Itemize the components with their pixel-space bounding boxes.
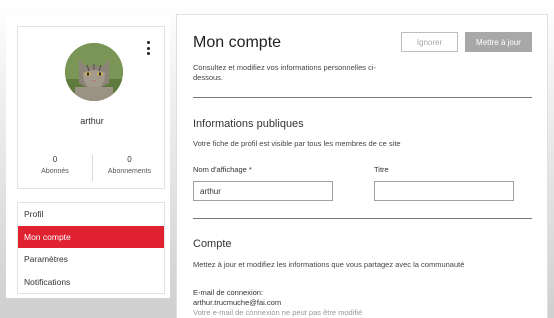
left-column: arthur 0 Abonnés 0 Abonnements Profil Mo…: [6, 16, 170, 298]
sidebar-item-notifications[interactable]: Notifications: [18, 271, 164, 294]
profile-card: arthur 0 Abonnés 0 Abonnements: [17, 26, 165, 189]
cat-avatar-icon: [65, 43, 123, 101]
page-subtitle: Consultez et modifiez vos informations p…: [193, 63, 376, 82]
title-label: Titre: [374, 165, 389, 174]
more-options-icon[interactable]: [144, 41, 152, 55]
update-button[interactable]: Mettre à jour: [465, 32, 532, 52]
display-name-label: Nom d'affichage *: [193, 165, 252, 174]
email-value: arthur.trucmuche@fai.com: [193, 298, 282, 307]
display-name-input[interactable]: [193, 181, 333, 201]
sidebar-item-mon-compte[interactable]: Mon compte: [18, 225, 164, 248]
account-description: Mettez à jour et modifiez les informatio…: [193, 260, 465, 269]
login-email-block: E-mail de connexion: arthur.trucmuche@fa…: [193, 288, 362, 318]
profile-stats: 0 Abonnés 0 Abonnements: [18, 155, 166, 181]
sidebar-menu: Profil Mon compte Paramètres Notificatio…: [17, 202, 165, 294]
sidebar-item-parametres[interactable]: Paramètres: [18, 248, 164, 271]
title-input[interactable]: [374, 181, 514, 201]
avatar: [65, 43, 123, 101]
followers-count: 0: [52, 155, 58, 164]
public-info-description: Votre fiche de profil est visible par to…: [193, 139, 401, 148]
email-note: Votre e-mail de connexion ne peut pas êt…: [193, 308, 363, 317]
ignore-button[interactable]: Ignorer: [401, 32, 458, 52]
account-panel: Mon compte Consultez et modifiez vos inf…: [176, 14, 548, 318]
divider: [193, 218, 532, 219]
account-title: Compte: [193, 238, 232, 250]
divider: [193, 97, 532, 98]
username: arthur: [80, 116, 104, 126]
following-stat[interactable]: 0 Abonnements: [92, 155, 166, 181]
sidebar-item-profil[interactable]: Profil: [18, 203, 164, 226]
following-count: 0: [127, 155, 132, 164]
page-title: Mon compte: [193, 34, 282, 51]
followers-label: Abonnés: [41, 168, 69, 175]
following-label: Abonnements: [107, 168, 152, 175]
followers-stat[interactable]: 0 Abonnés: [18, 155, 92, 181]
public-info-title: Informations publiques: [193, 118, 304, 130]
email-label: E-mail de connexion:: [193, 288, 264, 297]
